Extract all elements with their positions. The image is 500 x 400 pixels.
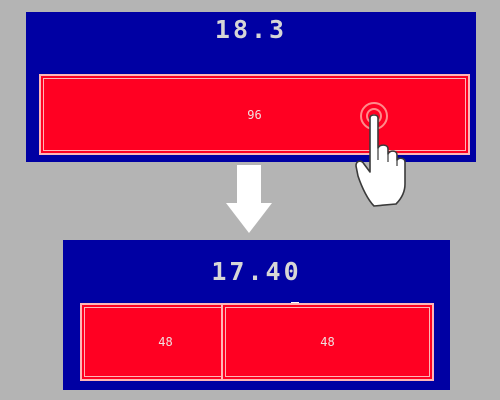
after-score: 17.40	[211, 257, 302, 286]
arrow-down-icon	[226, 165, 272, 233]
after-panel: 17.40 48 48	[63, 240, 450, 390]
tap-hand-icon	[355, 102, 406, 207]
before-score: 18.3	[214, 15, 288, 44]
cell-right-button[interactable]: 48	[221, 303, 434, 381]
cell-value: 48	[158, 335, 173, 349]
cell-value: 48	[320, 335, 335, 349]
cell-left-button[interactable]: 48	[80, 303, 231, 381]
split-demo: 18.3 96 17.40 48 48	[0, 0, 500, 400]
